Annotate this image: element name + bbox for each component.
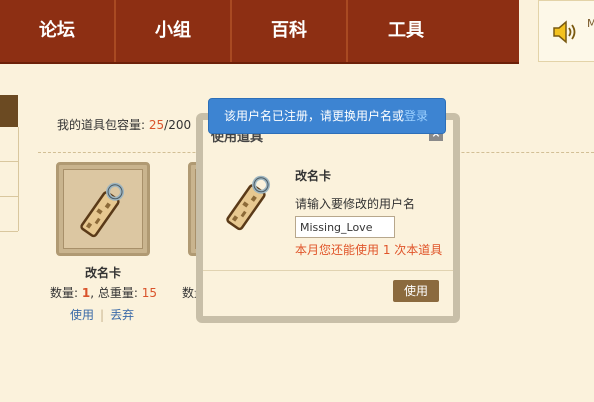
capacity-used: 25	[148, 118, 165, 132]
tooltip-text: 该用户名已注册，请更换用户名或	[224, 109, 405, 123]
item-name: 改名卡	[84, 266, 121, 280]
nav-item-wiki[interactable]: 百科	[232, 0, 348, 62]
item-meta: 数量: 1, 总重量: 15	[50, 284, 157, 301]
weight-label: , 总重量:	[90, 286, 142, 300]
left-sidebar-list	[0, 127, 19, 232]
rename-card-icon	[226, 175, 271, 231]
left-sidebar-row[interactable]	[0, 162, 18, 197]
left-sidebar-row[interactable]	[0, 127, 18, 162]
use-button[interactable]: 使用	[393, 280, 439, 302]
sound-panel: M	[538, 0, 594, 62]
weight-value: 15	[141, 286, 157, 300]
dialog-divider	[203, 270, 453, 271]
capacity-total: /200	[164, 118, 192, 132]
left-sidebar-row[interactable]	[0, 197, 18, 232]
nav-item-forum[interactable]: 论坛	[0, 0, 116, 62]
nav-item-tools[interactable]: 工具	[348, 0, 464, 62]
qty-label: 数量:	[50, 286, 82, 300]
dialog-prompt: 请输入要修改的用户名	[295, 197, 416, 211]
use-link[interactable]: 使用	[70, 308, 94, 322]
drop-link[interactable]: 丢弃	[110, 308, 134, 322]
dialog-item-name: 改名卡	[295, 169, 332, 183]
error-tooltip: 该用户名已注册，请更换用户名或登录	[208, 98, 446, 134]
qty-value: 1	[81, 286, 91, 300]
speaker-icon[interactable]	[551, 19, 577, 48]
dialog-panel: 使用道具 × 改名卡 请输入要修改的用户名 本月您还能使用 1 次本道具 使用	[203, 120, 453, 316]
nav-item-group[interactable]: 小组	[116, 0, 232, 62]
rename-card-icon	[80, 182, 125, 238]
item-actions: 使用 | 丢弃	[70, 306, 134, 323]
inventory-capacity: 我的道具包容量: 25/200	[57, 116, 191, 133]
top-nav: 论坛 小组 百科 工具	[0, 0, 519, 64]
left-sidebar-header	[0, 95, 18, 127]
right-panel-text: M	[587, 17, 594, 30]
capacity-label: 我的道具包容量:	[57, 118, 146, 132]
separator: |	[100, 308, 105, 322]
use-item-dialog: 使用道具 × 改名卡 请输入要修改的用户名 本月您还能使用 1 次本道具 使用	[196, 113, 460, 323]
tooltip-login-link[interactable]: 登录	[404, 109, 428, 123]
item-slot-rename-card[interactable]	[56, 162, 150, 256]
username-input[interactable]	[295, 216, 395, 238]
usage-warning: 本月您还能使用 1 次本道具	[295, 243, 443, 257]
